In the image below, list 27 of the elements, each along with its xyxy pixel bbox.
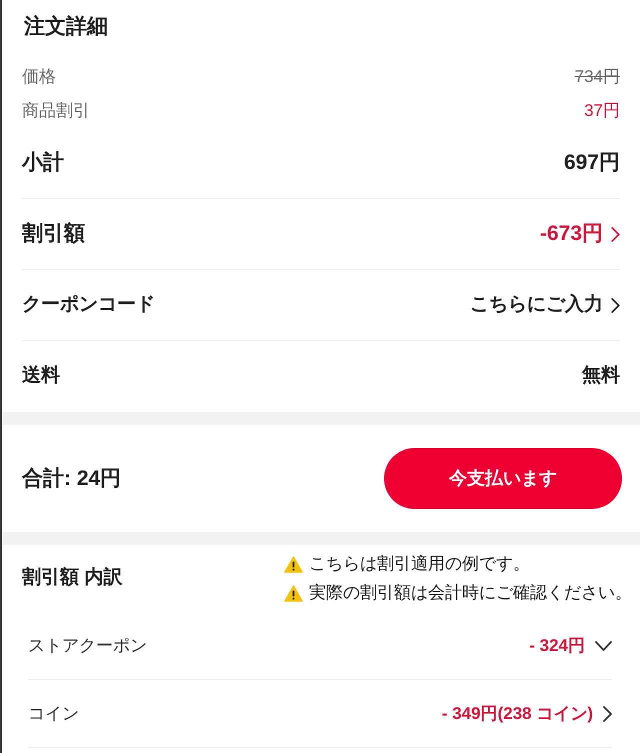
pay-now-button[interactable]: 今支払います	[384, 448, 622, 509]
chevron-right-icon[interactable]	[611, 298, 620, 312]
notice-text: こちらは割引適用の例です。	[309, 553, 530, 576]
row-label: 小計	[22, 150, 64, 176]
warning-icon	[284, 584, 303, 602]
breakdown-label: ストアクーポン	[28, 634, 147, 657]
row-label: 割引額	[22, 221, 85, 248]
notice-text: 実際の割引額は会計時にご確認ください。	[309, 582, 632, 604]
section-title: 注文詳細	[22, 14, 109, 40]
discount-amount: 37円	[584, 100, 620, 122]
original-price: 734円	[574, 66, 620, 88]
coupon-entry-link[interactable]: こちらにご入力	[470, 290, 620, 320]
total-amount: 合計: 24円	[22, 466, 122, 492]
shipping-fee: 無料	[582, 364, 620, 388]
breakdown-label: コイン	[28, 702, 79, 725]
section-title: 割引額 内訳	[22, 566, 122, 590]
row-label: 価格	[22, 66, 56, 88]
coin-detail-link[interactable]: - 349円(238 コイン)	[442, 700, 612, 726]
row-label: 送料	[22, 364, 60, 388]
chevron-right-icon[interactable]	[603, 706, 612, 722]
warning-icon	[284, 556, 303, 572]
chevron-down-icon[interactable]	[595, 640, 612, 650]
store-coupon-toggle[interactable]: - 324円	[529, 632, 612, 658]
subtotal-amount: 697円	[564, 150, 620, 176]
row-label: 商品割引	[22, 100, 90, 122]
row-label: クーポンコード	[22, 292, 155, 317]
discount-total-link[interactable]: -673円	[540, 218, 620, 250]
